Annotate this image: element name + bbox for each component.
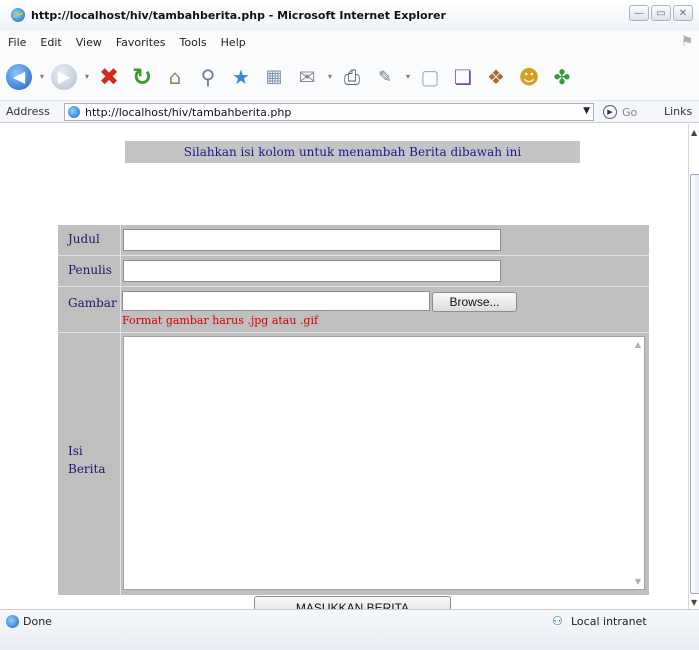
scroll-up-icon[interactable]: ▲ <box>691 128 697 137</box>
go-label: Go <box>622 105 638 119</box>
submit-berita-button[interactable]: MASUKKAN BERITA <box>254 596 451 609</box>
penulis-label: Penulis <box>68 263 112 277</box>
back-dropdown-icon[interactable]: ▾ <box>39 64 45 90</box>
edit-dropdown-icon[interactable]: ▾ <box>405 64 411 90</box>
discuss-icon[interactable]: ▢ <box>417 64 443 90</box>
minimize-button[interactable]: — <box>629 5 649 21</box>
ie-icon <box>11 8 25 22</box>
scroll-down-icon[interactable]: ▼ <box>691 598 697 607</box>
print-icon[interactable]: ⎙ <box>339 64 365 90</box>
status-page-icon <box>6 615 19 628</box>
maximize-button[interactable]: ▭ <box>651 5 671 21</box>
links-button[interactable]: Links <box>664 105 692 118</box>
close-button[interactable]: ✕ <box>673 5 693 21</box>
form-row-divider <box>58 255 649 256</box>
go-arrow-icon: ▶ <box>603 105 617 119</box>
mail-icon[interactable]: ✉ <box>294 64 320 90</box>
form-column-divider <box>120 225 121 595</box>
refresh-icon[interactable]: ↻ <box>129 64 155 90</box>
menu-favorites[interactable]: Favorites <box>116 36 166 49</box>
menu-edit[interactable]: Edit <box>40 36 61 49</box>
menu-bar: File Edit View Favorites Tools Help ⚑ <box>0 30 699 54</box>
security-zone-text: Local intranet <box>571 615 647 628</box>
window-controls: — ▭ ✕ <box>629 5 693 21</box>
scroll-thumb[interactable] <box>690 174 699 594</box>
stop-icon[interactable]: ✖ <box>96 64 122 90</box>
browse-button[interactable]: Browse... <box>432 292 517 312</box>
status-text: Done <box>23 615 52 628</box>
back-icon[interactable]: ◀ <box>6 64 32 90</box>
judul-input[interactable] <box>123 229 501 251</box>
messenger-icon[interactable]: ❖ <box>483 64 509 90</box>
title-bar[interactable]: http://localhost/hiv/tambahberita.php - … <box>0 0 699 30</box>
windows-flag-icon: ⚑ <box>680 34 694 50</box>
menu-tools[interactable]: Tools <box>180 36 207 49</box>
history-icon[interactable]: ▦ <box>261 64 287 90</box>
page-banner: Silahkan isi kolom untuk menambah Berita… <box>125 141 580 163</box>
address-input[interactable]: http://localhost/hiv/tambahberita.php ▼ <box>64 103 594 121</box>
form-row-divider <box>58 286 649 287</box>
status-bar: Done ⚇ Local intranet <box>0 609 699 650</box>
address-dropdown-icon[interactable]: ▼ <box>583 106 590 116</box>
page-scrollbar[interactable]: ▲ ▼ <box>688 124 699 609</box>
research-icon[interactable]: ❏ <box>450 64 476 90</box>
gambar-file-input[interactable] <box>122 291 430 311</box>
form-row-divider <box>58 332 649 333</box>
news-form: Judul Penulis Gambar Browse... Format ga… <box>58 225 649 595</box>
forward-dropdown-icon[interactable]: ▾ <box>84 64 90 90</box>
mail-dropdown-icon[interactable]: ▾ <box>327 64 333 90</box>
penulis-input[interactable] <box>123 260 501 282</box>
forward-icon[interactable]: ▶ <box>51 64 77 90</box>
edit-icon[interactable]: ✎ <box>372 64 398 90</box>
go-button[interactable]: ▶ Go <box>603 105 637 119</box>
home-icon[interactable]: ⌂ <box>162 64 188 90</box>
search-icon[interactable]: ⚲ <box>195 64 221 90</box>
page-content: Silahkan isi kolom untuk menambah Berita… <box>0 124 688 609</box>
isi-berita-textarea[interactable]: ▲ ▼ <box>123 336 645 590</box>
page-icon <box>68 106 80 118</box>
address-bar: Address http://localhost/hiv/tambahberit… <box>0 100 699 123</box>
toolbar: ◀ ▾ ▶ ▾ ✖ ↻ ⌂ ⚲ ★ ▦ ✉ ▾ ⎙ ✎ ▾ ▢ ❏ ❖ ☻ ✤ <box>0 54 699 100</box>
textarea-scroll-up-icon[interactable]: ▲ <box>635 340 641 349</box>
address-label: Address <box>6 105 50 118</box>
favorites-icon[interactable]: ★ <box>228 64 254 90</box>
textarea-scroll-down-icon[interactable]: ▼ <box>635 577 641 586</box>
menu-help[interactable]: Help <box>221 36 246 49</box>
address-url[interactable]: http://localhost/hiv/tambahberita.php <box>85 106 291 119</box>
gambar-format-hint: Format gambar harus .jpg atau .gif <box>122 314 319 327</box>
isi-label-line2: Berita <box>68 462 106 476</box>
menu-view[interactable]: View <box>76 36 102 49</box>
people-icon[interactable]: ✤ <box>549 64 575 90</box>
gambar-label: Gambar <box>68 296 117 310</box>
window-title: http://localhost/hiv/tambahberita.php - … <box>31 8 446 22</box>
menu-file[interactable]: File <box>8 36 26 49</box>
isi-label-line1: Isi <box>68 444 83 458</box>
judul-label: Judul <box>68 232 100 246</box>
msn-icon[interactable]: ☻ <box>516 64 542 90</box>
intranet-zone-icon: ⚇ <box>552 614 563 628</box>
